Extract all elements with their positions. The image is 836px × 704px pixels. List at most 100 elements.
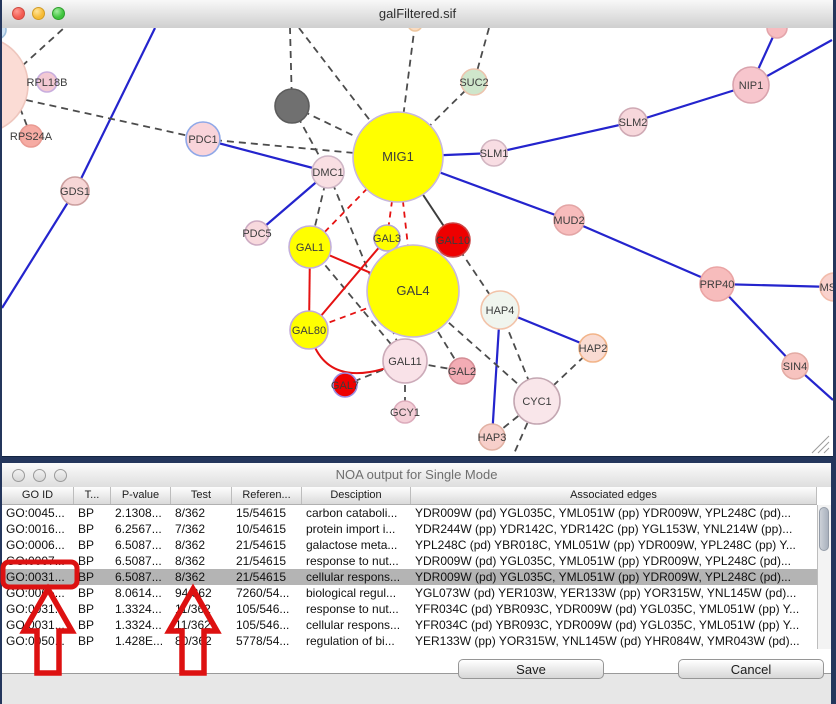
table-row[interactable]: GO:0006...BP6.5087...8/36221/54615galact…: [2, 537, 817, 553]
noa-window-title: NOA output for Single Mode: [2, 463, 831, 487]
vertical-scrollbar[interactable]: [817, 505, 831, 649]
network-window: galFiltered.sif RPL18BRPS24AGDS1PDC1DMC1…: [2, 0, 833, 457]
cell: 8.0614...: [111, 585, 171, 601]
cell: YGL073W (pd) YER103W, YER133W (pp) YOR31…: [411, 585, 817, 601]
node-label-GAL80: GAL80: [292, 325, 326, 337]
column-header-p-value[interactable]: P-value: [111, 487, 171, 504]
cell: 94/362: [171, 585, 232, 601]
node-label-PDC5: PDC5: [242, 228, 271, 240]
node-top-pink[interactable]: [767, 28, 787, 38]
edge-x-GDS1: [75, 28, 155, 191]
cell: 10/54615: [232, 521, 302, 537]
cell: BP: [74, 505, 111, 521]
node-label-SLM1: SLM1: [480, 148, 509, 160]
column-header-referen-[interactable]: Referen...: [232, 487, 302, 504]
cell: 1.3324...: [111, 617, 171, 633]
cell: GO:0031...: [2, 617, 74, 633]
cell: 105/546...: [232, 617, 302, 633]
network-canvas[interactable]: RPL18BRPS24AGDS1PDC1DMC1MIG1SUC2SLM1SLM2…: [2, 28, 833, 456]
cell: 5778/54...: [232, 633, 302, 649]
node-label-NIP1: NIP1: [739, 80, 763, 92]
cell: BP: [74, 633, 111, 649]
network-window-title: galFiltered.sif: [2, 0, 833, 28]
cell: 8/362: [171, 505, 232, 521]
node-label-DMC1: DMC1: [312, 167, 343, 179]
cell: GO:0006...: [2, 537, 74, 553]
node-top-peach[interactable]: [408, 28, 422, 31]
cell: 11/362: [171, 617, 232, 633]
cell: GO:0031...: [2, 569, 74, 585]
cell: BP: [74, 585, 111, 601]
cell: cellular respons...: [302, 569, 411, 585]
cell: 21/54615: [232, 569, 302, 585]
node-label-PDC1: PDC1: [188, 134, 217, 146]
table-row[interactable]: GO:0031...BP1.3324...11/362105/546...res…: [2, 601, 817, 617]
table-row[interactable]: GO:0050...BP1.428E...80/3625778/54...reg…: [2, 633, 817, 649]
node-label-GCY1: GCY1: [390, 407, 420, 419]
cell: cellular respons...: [302, 617, 411, 633]
cell: 8/362: [171, 569, 232, 585]
resize-grip[interactable]: [811, 435, 831, 454]
scrollbar-thumb[interactable]: [819, 507, 829, 551]
column-header-go-id[interactable]: GO ID: [2, 487, 74, 504]
cell: response to nut...: [302, 601, 411, 617]
column-header-t-[interactable]: T...: [74, 487, 111, 504]
cell: YDR244W (pp) YDR142C, YDR142C (pp) YGL15…: [411, 521, 817, 537]
noa-window: NOA output for Single Mode GO IDT...P-va…: [2, 463, 831, 704]
table-row[interactable]: GO:0045...BP2.1308...8/36215/54615carbon…: [2, 505, 817, 521]
cell: response to nut...: [302, 553, 411, 569]
cell: YDR009W (pd) YGL035C, YML051W (pp) YDR00…: [411, 505, 817, 521]
edge-MUD2-PRP40: [569, 220, 717, 284]
cell: BP: [74, 601, 111, 617]
node-label-SIN4: SIN4: [783, 361, 807, 373]
node-big-pink[interactable]: [2, 37, 28, 133]
save-button[interactable]: Save: [458, 659, 604, 679]
table-row[interactable]: GO:0031...BP1.3324...11/362105/546...cel…: [2, 617, 817, 633]
cell: 105/546...: [232, 601, 302, 617]
network-window-titlebar[interactable]: galFiltered.sif: [2, 0, 833, 29]
node-label-GAL11: GAL11: [388, 356, 421, 368]
node-corner-blue[interactable]: [2, 28, 6, 39]
cell: regulation of bi...: [302, 633, 411, 649]
node-label-GAL3: GAL3: [373, 233, 401, 245]
cell: protein import i...: [302, 521, 411, 537]
cell: carbon cataboli...: [302, 505, 411, 521]
edge-GDS1-x: [2, 191, 75, 308]
cell: 15/54615: [232, 505, 302, 521]
edge-x-x: [22, 28, 64, 66]
cell: GO:0050...: [2, 633, 74, 649]
desktop: galFiltered.sif RPL18BRPS24AGDS1PDC1DMC1…: [0, 0, 836, 704]
node-label-GAL10: GAL10: [436, 235, 470, 247]
noa-window-titlebar[interactable]: NOA output for Single Mode: [2, 463, 831, 488]
cell: 21/54615: [232, 537, 302, 553]
cell: YDR009W (pd) YGL035C, YML051W (pp) YDR00…: [411, 553, 817, 569]
table-row[interactable]: GO:0065...BP8.0614...94/3627260/54...bio…: [2, 585, 817, 601]
cell: BP: [74, 617, 111, 633]
cell: 80/362: [171, 633, 232, 649]
table-row[interactable]: GO:0031...BP6.5087...8/36221/54615cellul…: [2, 569, 817, 585]
node-label-HAP2: HAP2: [579, 343, 608, 355]
node-label-GAL2: GAL2: [448, 366, 476, 378]
node-label-PRP40: PRP40: [700, 279, 735, 291]
node-label-MIG1: MIG1: [382, 149, 414, 164]
cell: GO:0031...: [2, 601, 74, 617]
cell: galactose meta...: [302, 537, 411, 553]
node-label-GAL7: GAL7: [331, 380, 359, 392]
column-header-test[interactable]: Test: [171, 487, 232, 504]
table-body: GO:0045...BP2.1308...8/36215/54615carbon…: [2, 505, 817, 649]
edge-SLM1-SLM2: [494, 122, 633, 153]
cancel-button[interactable]: Cancel: [678, 659, 824, 679]
node-label-SLM2: SLM2: [619, 117, 648, 129]
table-row[interactable]: GO:0016...BP6.2567...7/36210/54615protei…: [2, 521, 817, 537]
table-row[interactable]: GO:0007...BP6.5087...8/36221/54615respon…: [2, 553, 817, 569]
cell: 6.5087...: [111, 553, 171, 569]
node-gray-hub[interactable]: [275, 89, 309, 123]
cell: BP: [74, 553, 111, 569]
cell: 7/362: [171, 521, 232, 537]
column-header-associated-edges[interactable]: Associated edges: [411, 487, 817, 504]
column-header-desciption[interactable]: Desciption: [302, 487, 411, 504]
cell: 8/362: [171, 553, 232, 569]
node-label-HAP3: HAP3: [478, 432, 507, 444]
cell: YFR034C (pd) YBR093C, YDR009W (pd) YGL03…: [411, 601, 817, 617]
table-header[interactable]: GO IDT...P-valueTestReferen...Desciption…: [2, 487, 817, 505]
